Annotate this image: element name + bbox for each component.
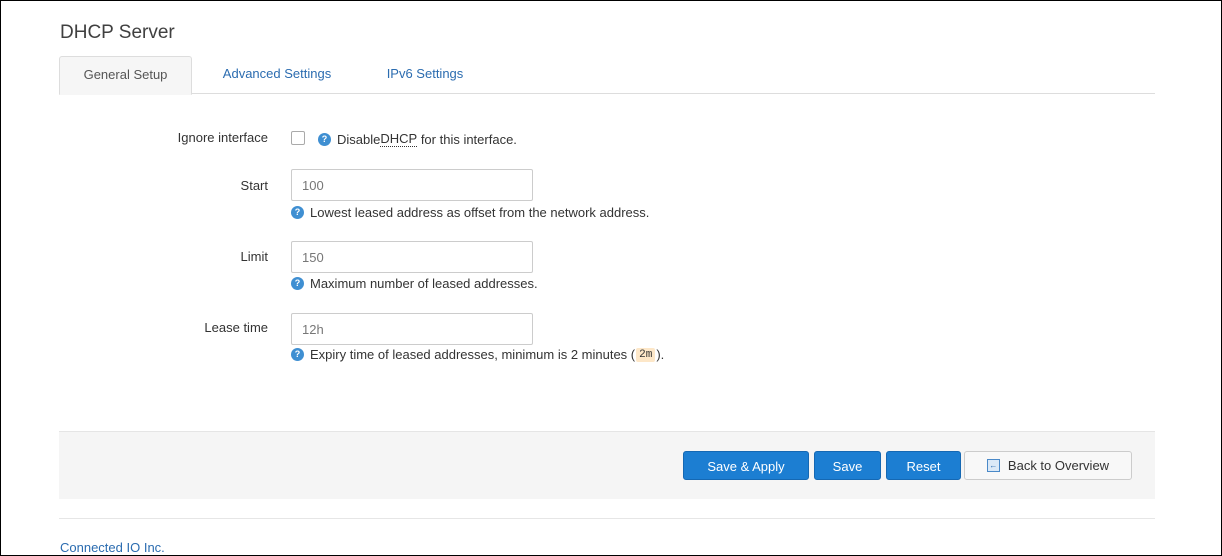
help-circle-icon: ? (291, 206, 304, 219)
back-arrow-icon: ← (986, 459, 1000, 472)
tab-advanced-settings[interactable]: Advanced Settings (214, 56, 340, 92)
dhcp-abbr: DHCP (380, 131, 418, 147)
footer-divider (59, 518, 1155, 519)
ignore-interface-help: ? Disable DHCP for this interface. (318, 131, 517, 147)
back-to-overview-button[interactable]: ← Back to Overview (964, 451, 1132, 480)
help-circle-icon: ? (291, 277, 304, 290)
limit-label: Limit (240, 249, 268, 264)
help-circle-icon: ? (291, 348, 304, 361)
help-circle-icon: ? (318, 132, 331, 146)
lease-help-text-after: ). (656, 347, 665, 362)
tab-ipv6-settings[interactable]: IPv6 Settings (379, 56, 471, 92)
start-help: ? Lowest leased address as offset from t… (291, 205, 649, 220)
start-label: Start (240, 178, 268, 193)
limit-input[interactable] (291, 241, 533, 273)
limit-help-text: Maximum number of leased addresses. (310, 276, 538, 291)
save-button[interactable]: Save (814, 451, 881, 480)
reset-button[interactable]: Reset (886, 451, 961, 480)
ignore-help-text-before: Disable (337, 131, 381, 147)
lease-time-label: Lease time (204, 320, 268, 335)
back-to-overview-label: Back to Overview (1007, 458, 1110, 473)
lease-min-code: 2m (636, 347, 656, 362)
limit-help: ? Maximum number of leased addresses. (291, 276, 538, 291)
section-title: DHCP Server (60, 22, 175, 43)
lease-help-text-before: Expiry time of leased addresses, minimum… (310, 347, 636, 362)
lease-time-input[interactable] (291, 313, 533, 345)
tab-general-setup[interactable]: General Setup (59, 56, 192, 95)
ignore-interface-label: Ignore interface (177, 130, 268, 145)
save-apply-button[interactable]: Save & Apply (683, 451, 809, 480)
ignore-help-text-after: for this interface. (417, 131, 517, 147)
tab-bar: General Setup Advanced Settings IPv6 Set… (59, 56, 1155, 95)
start-input[interactable] (291, 169, 533, 201)
footer-link[interactable]: Connected IO Inc. (60, 540, 165, 555)
start-help-text: Lowest leased address as offset from the… (310, 205, 650, 220)
ignore-interface-checkbox[interactable] (291, 131, 305, 145)
lease-time-help: ? Expiry time of leased addresses, minim… (291, 347, 664, 362)
